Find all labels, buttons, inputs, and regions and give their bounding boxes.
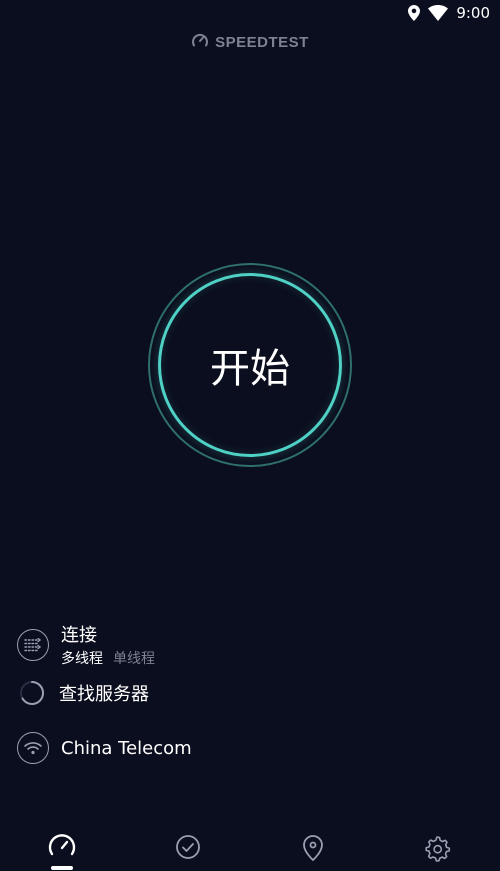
wifi-icon — [428, 5, 449, 21]
status-time: 9:00 — [456, 4, 490, 22]
start-label: 开始 — [210, 346, 290, 392]
nav-speed-test-label — [51, 864, 73, 870]
connection-row[interactable]: 连接 多线程 单线程 — [17, 621, 155, 668]
server-row[interactable]: 查找服务器 — [17, 680, 149, 706]
location-icon — [408, 5, 421, 21]
nav-speed-test[interactable] — [42, 834, 82, 870]
start-button[interactable]: 开始 — [148, 263, 352, 467]
loading-spinner-icon — [19, 680, 45, 706]
location-pin-icon — [302, 834, 324, 866]
nav-coverage[interactable] — [293, 834, 333, 866]
brand-name: SPEEDTEST — [215, 33, 309, 51]
nav-settings[interactable] — [417, 834, 457, 866]
bottom-nav — [0, 826, 500, 871]
status-icons: 9:00 — [408, 4, 490, 22]
speedometer-icon — [48, 834, 76, 862]
connection-option-multi[interactable]: 多线程 — [61, 648, 103, 668]
connection-label: 连接 — [61, 625, 97, 646]
checkmark-circle-icon — [175, 834, 201, 864]
connection-option-single[interactable]: 单线程 — [113, 648, 155, 668]
nav-results[interactable] — [168, 834, 208, 864]
gauge-icon — [191, 32, 209, 52]
provider-name: China Telecom — [61, 737, 192, 759]
status-bar: 9:00 — [0, 0, 500, 28]
connection-options: 多线程 单线程 — [61, 648, 155, 668]
server-label: 查找服务器 — [59, 684, 149, 705]
connections-icon — [17, 628, 49, 661]
gear-icon — [423, 834, 451, 866]
start-button-inner-ring[interactable]: 开始 — [158, 273, 342, 457]
provider-row[interactable]: China Telecom — [17, 732, 192, 764]
connection-text: 连接 多线程 单线程 — [61, 621, 155, 668]
wifi-signal-icon — [17, 732, 49, 764]
brand-header: SPEEDTEST — [0, 32, 500, 52]
